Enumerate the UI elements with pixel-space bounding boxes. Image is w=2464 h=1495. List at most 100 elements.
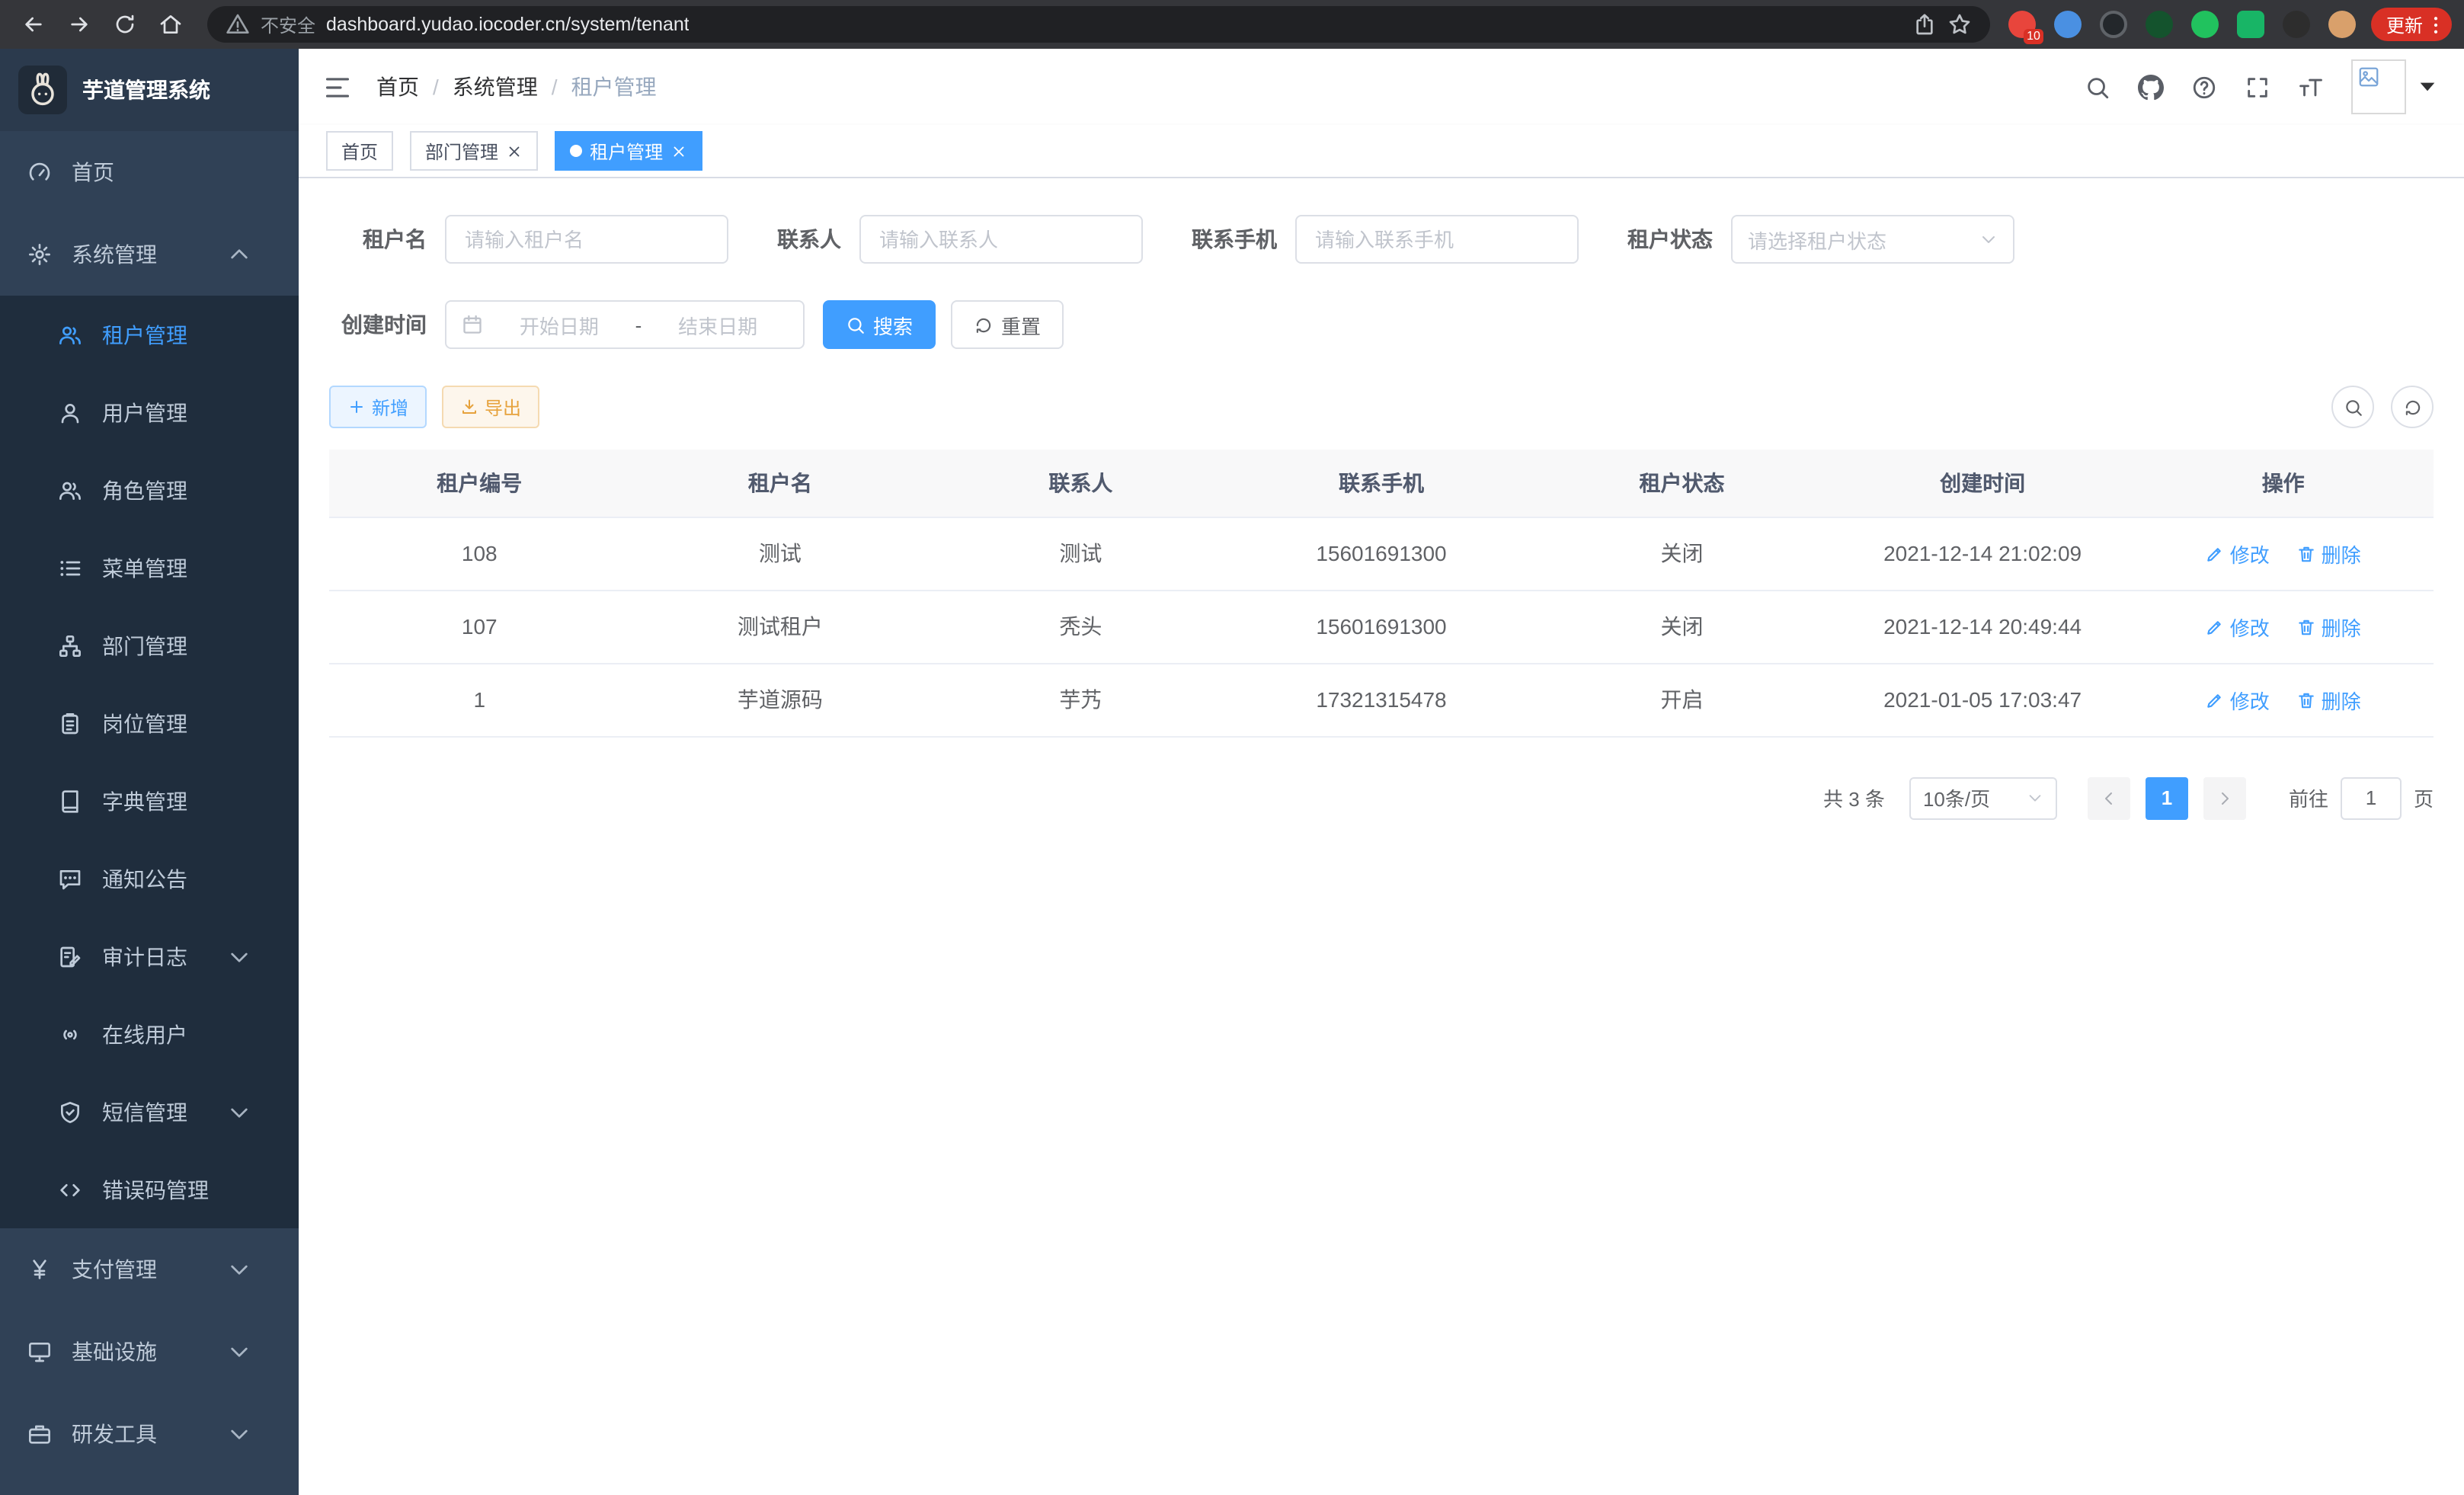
- page-unit-label: 页: [2414, 783, 2434, 812]
- kebab-menu-icon[interactable]: [2424, 13, 2447, 36]
- page-size-select[interactable]: 10条/页: [1909, 776, 2057, 819]
- book-icon: [58, 789, 82, 813]
- id-card-icon: [58, 711, 82, 735]
- user-group-icon: [58, 478, 82, 502]
- sidebar-item-error-code-management[interactable]: 错误码管理: [0, 1151, 299, 1228]
- sidebar-item-dict-management[interactable]: 字典管理: [0, 762, 299, 840]
- sidebar-item-home[interactable]: 首页: [0, 131, 299, 213]
- delete-link[interactable]: 删除: [2297, 685, 2361, 714]
- github-icon[interactable]: [2138, 74, 2164, 100]
- user-avatar-dropdown[interactable]: [2351, 59, 2440, 114]
- active-tab-dot: [570, 145, 582, 157]
- edit-icon: [2206, 616, 2226, 636]
- next-page-button[interactable]: [2203, 776, 2246, 819]
- extension-icon-8[interactable]: [2328, 11, 2356, 38]
- status-select[interactable]: 请选择租户状态: [1731, 215, 2014, 264]
- sidebar-item-label: 部门管理: [102, 630, 187, 661]
- extension-icon-2[interactable]: [2054, 11, 2082, 38]
- reset-button[interactable]: 重置: [951, 300, 1064, 349]
- contact-input[interactable]: [859, 215, 1143, 264]
- tab-tenant-management[interactable]: 租户管理: [555, 131, 702, 171]
- tab-close-icon[interactable]: [670, 142, 687, 159]
- tenant-name-input[interactable]: [445, 215, 728, 264]
- sidebar-item-tenant-management[interactable]: 租户管理: [0, 296, 299, 373]
- goto-page-input[interactable]: [2341, 776, 2402, 819]
- sidebar-item-dev-tools[interactable]: 研发工具: [0, 1393, 299, 1475]
- browser-forward-button[interactable]: [58, 3, 101, 46]
- prev-page-button[interactable]: [2088, 776, 2130, 819]
- export-button[interactable]: 导出: [442, 386, 539, 428]
- chevron-down-icon: [227, 944, 251, 968]
- browser-reload-button[interactable]: [104, 3, 146, 46]
- phone-label: 联系手机: [1192, 224, 1277, 255]
- end-date-placeholder[interactable]: 结束日期: [648, 310, 788, 339]
- edit-link[interactable]: 修改: [2206, 612, 2270, 641]
- extension-icon-5[interactable]: [2191, 11, 2219, 38]
- bookmark-star-icon[interactable]: [1947, 12, 1972, 37]
- sidebar-item-online-users[interactable]: 在线用户: [0, 995, 299, 1073]
- search-button[interactable]: 搜索: [823, 300, 936, 349]
- not-secure-warning-icon: [226, 12, 250, 37]
- breadcrumb-item-system[interactable]: 系统管理: [453, 72, 538, 102]
- calendar-icon: [462, 314, 483, 335]
- tab-home[interactable]: 首页: [326, 131, 393, 171]
- sidebar-item-sms-management[interactable]: 短信管理: [0, 1073, 299, 1151]
- browser-back-button[interactable]: [12, 3, 55, 46]
- sidebar-item-label: 系统管理: [72, 239, 157, 270]
- start-date-placeholder[interactable]: 开始日期: [489, 310, 629, 339]
- edit-link[interactable]: 修改: [2206, 539, 2270, 568]
- gear-icon: [27, 242, 52, 267]
- browser-home-button[interactable]: [149, 3, 192, 46]
- browser-update-button[interactable]: 更新: [2371, 8, 2452, 41]
- search-icon[interactable]: [2085, 74, 2110, 100]
- extension-icon-1[interactable]: 10: [2008, 11, 2036, 38]
- help-icon[interactable]: [2191, 74, 2217, 100]
- dashboard-icon: [27, 160, 52, 184]
- extension-icon-6[interactable]: [2237, 11, 2264, 38]
- sidebar-item-audit-log[interactable]: 审计日志: [0, 917, 299, 995]
- tags-view-bar: 首页 部门管理 租户管理: [299, 125, 2464, 178]
- toggle-search-button[interactable]: [2331, 386, 2374, 428]
- breadcrumb-item-home[interactable]: 首页: [376, 72, 419, 102]
- sidebar-item-user-management[interactable]: 用户管理: [0, 373, 299, 451]
- sidebar-item-dept-management[interactable]: 部门管理: [0, 607, 299, 684]
- add-button[interactable]: 新增: [329, 386, 427, 428]
- sidebar-item-payment-management[interactable]: 支付管理: [0, 1228, 299, 1311]
- tab-dept-management[interactable]: 部门管理: [410, 131, 538, 171]
- sidebar: 芋道管理系统 首页 系统管理 租户管理 用户管理 角色管理: [0, 49, 299, 1495]
- delete-link[interactable]: 删除: [2297, 612, 2361, 641]
- sidebar-toggle-icon[interactable]: [323, 72, 352, 101]
- phone-input[interactable]: [1295, 215, 1579, 264]
- caret-down-icon[interactable]: [2415, 75, 2440, 99]
- extension-icon-3[interactable]: [2100, 11, 2127, 38]
- address-bar[interactable]: 不安全 dashboard.yudao.iocoder.cn/system/te…: [207, 6, 1990, 43]
- sidebar-item-role-management[interactable]: 角色管理: [0, 451, 299, 529]
- sidebar-item-post-management[interactable]: 岗位管理: [0, 684, 299, 762]
- sidebar-item-notice[interactable]: 通知公告: [0, 840, 299, 917]
- extension-icon-7[interactable]: [2283, 11, 2310, 38]
- sidebar-item-system-management[interactable]: 系统管理: [0, 213, 299, 296]
- font-size-icon[interactable]: [2298, 74, 2324, 100]
- avatar[interactable]: [2351, 59, 2406, 114]
- tab-close-icon[interactable]: [506, 142, 523, 159]
- sidebar-item-infrastructure[interactable]: 基础设施: [0, 1311, 299, 1393]
- create-time-range-picker[interactable]: 开始日期 - 结束日期: [445, 300, 805, 349]
- sidebar-item-menu-management[interactable]: 菜单管理: [0, 529, 299, 607]
- cell-actions: 修改 删除: [2133, 517, 2434, 590]
- filter-row-2: 创建时间 开始日期 - 结束日期 搜索 重置: [329, 300, 2434, 349]
- refresh-table-button[interactable]: [2391, 386, 2434, 428]
- extension-icon-4[interactable]: [2146, 11, 2173, 38]
- logo[interactable]: 芋道管理系统: [0, 49, 299, 131]
- cell-tenant-id: 1: [329, 663, 630, 736]
- current-page-button[interactable]: 1: [2146, 776, 2188, 819]
- sidebar-item-label: 用户管理: [102, 397, 187, 427]
- share-icon[interactable]: [1912, 12, 1937, 37]
- breadcrumb-item-current: 租户管理: [571, 72, 657, 102]
- fullscreen-icon[interactable]: [2245, 74, 2270, 100]
- edit-link[interactable]: 修改: [2206, 685, 2270, 714]
- delete-link[interactable]: 删除: [2297, 539, 2361, 568]
- sidebar-item-label: 短信管理: [102, 1096, 187, 1127]
- tab-label: 租户管理: [590, 138, 663, 164]
- shield-icon: [58, 1100, 82, 1124]
- tab-label: 首页: [341, 138, 378, 164]
